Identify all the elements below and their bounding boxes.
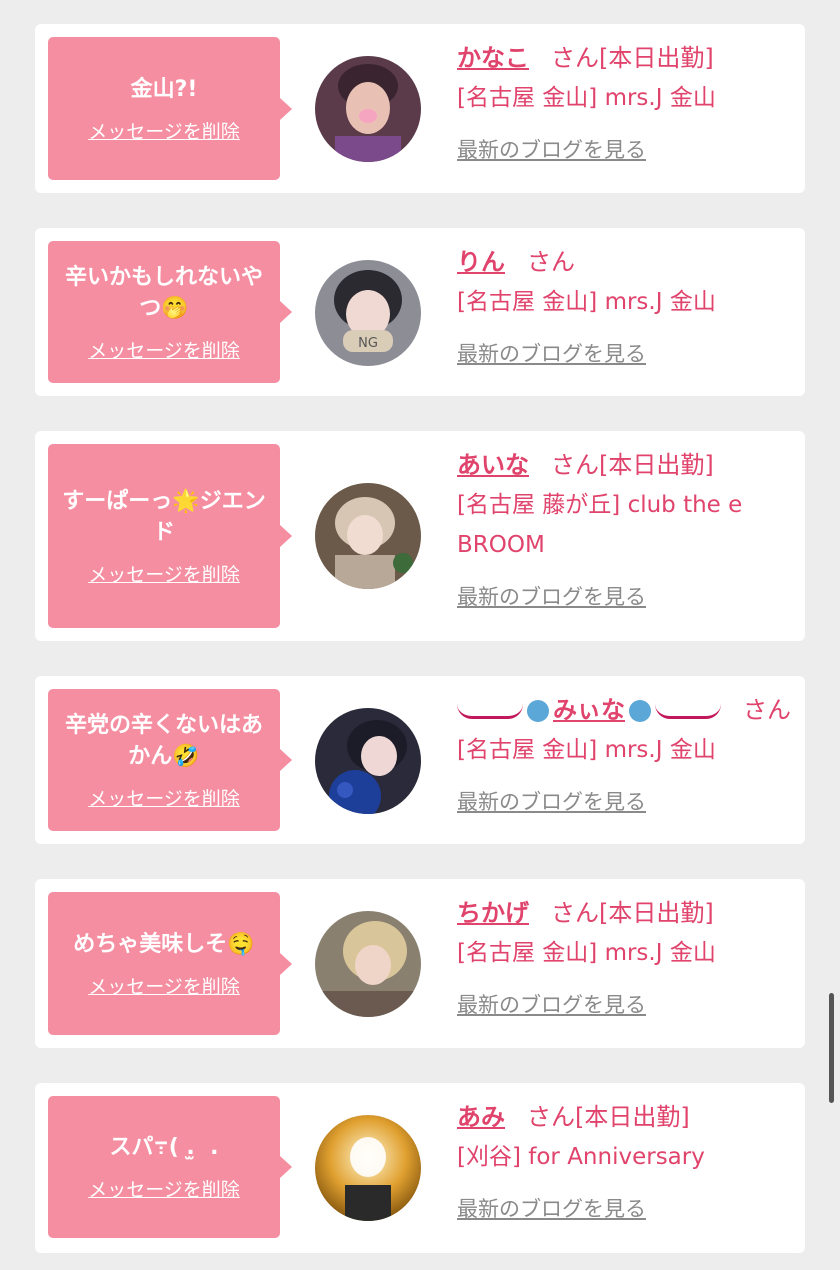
latest-blog-link[interactable]: 最新のブログを見る (457, 338, 646, 368)
message-card: 金山?! メッセージを削除 かなこ さん[本日出勤] [名古屋 金山] mrs.J… (35, 24, 805, 193)
message-card: 辛党の辛くないはあかん🤣 メッセージを削除 みぃな さん [名古屋 金山] mrs… (35, 676, 805, 844)
message-text: 辛党の辛くないはあかん🤣 (64, 712, 263, 769)
message-text: スパ߹( . ̫ . (109, 1135, 219, 1160)
avatar[interactable] (315, 911, 421, 1017)
avatar[interactable] (315, 1115, 421, 1221)
message-bubble: めちゃ美味しそ🤤 メッセージを削除 (48, 892, 292, 1035)
delete-message-link[interactable]: メッセージを削除 (88, 336, 240, 363)
avatar[interactable]: NG (315, 260, 421, 366)
message-text: 辛いかもしれないやつ🤭 (64, 264, 263, 321)
avatar[interactable] (315, 708, 421, 814)
jellyfish-icon (527, 700, 549, 722)
message-card: スパ߹( . ̫ . メッセージを削除 あみ さん[本日出勤] [刈谷] for… (35, 1083, 805, 1253)
message-bubble: すーぱーっ🌟ジエンド メッセージを削除 (48, 444, 292, 628)
latest-blog-link[interactable]: 最新のブログを見る (457, 581, 646, 611)
delete-message-link[interactable]: メッセージを削除 (88, 1175, 240, 1202)
message-text: 金山?! (130, 76, 198, 102)
honorific: さん (551, 451, 599, 479)
avatar[interactable] (315, 483, 421, 589)
delete-message-link[interactable]: メッセージを削除 (88, 117, 240, 144)
name-line: みぃな さん (457, 690, 797, 730)
girl-info: かなこ さん[本日出勤] [名古屋 金山] mrs.J 金山 最新のブログを見る (457, 38, 797, 164)
delete-message-link[interactable]: メッセージを削除 (88, 560, 240, 587)
name-line: あみ さん[本日出勤] (457, 1097, 797, 1137)
latest-blog-link[interactable]: 最新のブログを見る (457, 989, 646, 1019)
name-line: りん さん (457, 242, 797, 282)
honorific: さん (551, 44, 599, 72)
honorific: さん (527, 1103, 575, 1131)
girl-info: みぃな さん [名古屋 金山] mrs.J 金山 最新のブログを見る (457, 690, 797, 816)
name-line: かなこ さん[本日出勤] (457, 38, 797, 78)
girl-name-link[interactable]: あいな (457, 451, 529, 479)
latest-blog-link[interactable]: 最新のブログを見る (457, 1193, 646, 1223)
honorific: さん (743, 696, 791, 724)
girl-info: りん さん [名古屋 金山] mrs.J 金山 最新のブログを見る (457, 242, 797, 368)
message-list-page: 金山?! メッセージを削除 かなこ さん[本日出勤] [名古屋 金山] mrs.J… (0, 0, 840, 1270)
name-line: ちかげ さん[本日出勤] (457, 893, 797, 933)
message-card: すーぱーっ🌟ジエンド メッセージを削除 あいな さん[本日出勤] [名古屋 藤が丘… (35, 431, 805, 641)
girl-name-link[interactable]: かなこ (457, 44, 529, 72)
message-text: めちゃ美味しそ🤤 (73, 931, 255, 957)
shop-name: [名古屋 金山] mrs.J 金山 (457, 289, 716, 315)
honorific: さん (551, 899, 599, 927)
latest-blog-link[interactable]: 最新のブログを見る (457, 786, 646, 816)
work-status: [本日出勤] (599, 899, 714, 927)
latest-blog-link[interactable]: 最新のブログを見る (457, 134, 646, 164)
decoration-swirl-icon (457, 704, 523, 719)
girl-name-link[interactable]: ちかげ (457, 899, 529, 927)
work-status: [本日出勤] (575, 1103, 690, 1131)
message-card: 辛いかもしれないやつ🤭 メッセージを削除 NG りん さん [名古屋 金山] mr… (35, 228, 805, 396)
girl-name-link[interactable]: りん (457, 248, 505, 276)
shop-name: [刈谷] for Anniversary (457, 1144, 705, 1170)
message-card: めちゃ美味しそ🤤 メッセージを削除 ちかげ さん[本日出勤] [名古屋 金山] m… (35, 879, 805, 1048)
honorific: さん (527, 248, 575, 276)
message-bubble: スパ߹( . ̫ . メッセージを削除 (48, 1096, 292, 1238)
message-bubble: 金山?! メッセージを削除 (48, 37, 292, 180)
work-status: [本日出勤] (599, 451, 714, 479)
delete-message-link[interactable]: メッセージを削除 (88, 784, 240, 811)
girl-name-link[interactable]: あみ (457, 1103, 505, 1131)
jellyfish-icon (629, 700, 651, 722)
shop-name: [名古屋 藤が丘] club the e BROOM (457, 492, 743, 558)
vertical-scrollbar[interactable] (829, 993, 834, 1103)
decoration-swirl-icon (655, 704, 721, 719)
girl-name-link[interactable]: みぃな (553, 696, 625, 724)
name-line: あいな さん[本日出勤] (457, 445, 797, 485)
girl-info: ちかげ さん[本日出勤] [名古屋 金山] mrs.J 金山 最新のブログを見る (457, 893, 797, 1019)
girl-info: あいな さん[本日出勤] [名古屋 藤が丘] club the e BROOM 最… (457, 445, 797, 611)
delete-message-link[interactable]: メッセージを削除 (88, 972, 240, 999)
message-bubble: 辛党の辛くないはあかん🤣 メッセージを削除 (48, 689, 292, 831)
work-status: [本日出勤] (599, 44, 714, 72)
shop-name: [名古屋 金山] mrs.J 金山 (457, 85, 716, 111)
shop-name: [名古屋 金山] mrs.J 金山 (457, 940, 716, 966)
message-text: すーぱーっ🌟ジエンド (62, 488, 266, 545)
svg-text:NG: NG (358, 336, 378, 351)
shop-name: [名古屋 金山] mrs.J 金山 (457, 737, 716, 763)
message-bubble: 辛いかもしれないやつ🤭 メッセージを削除 (48, 241, 292, 383)
girl-info: あみ さん[本日出勤] [刈谷] for Anniversary 最新のブログを見… (457, 1097, 797, 1223)
avatar[interactable] (315, 56, 421, 162)
